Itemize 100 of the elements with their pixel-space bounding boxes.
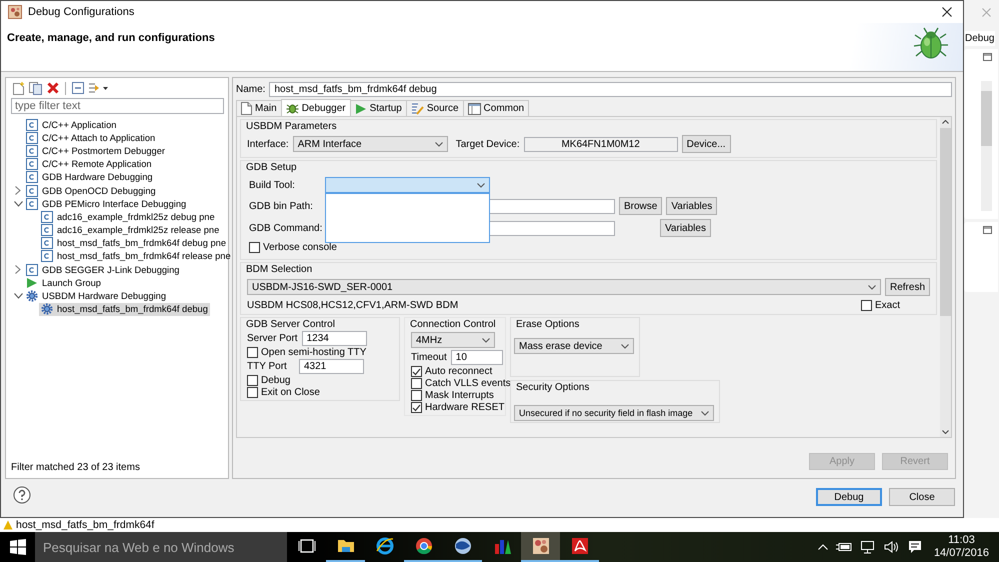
app-icon	[41, 250, 53, 262]
scrollbar[interactable]	[940, 117, 951, 437]
chevron-down-icon[interactable]	[14, 200, 22, 207]
app-icon	[26, 132, 38, 144]
gear-icon	[26, 290, 38, 302]
checkbox[interactable]	[247, 387, 258, 398]
tab[interactable]: Startup	[350, 100, 407, 116]
tree-item[interactable]: adc16_example_frdmkl25z release pne	[39, 224, 222, 237]
scrollbar-thumb[interactable]	[981, 91, 992, 146]
bug-icon	[286, 102, 299, 114]
target-device-field[interactable]: MK64FN1M0M12	[524, 136, 678, 152]
tab[interactable]: Main	[236, 100, 282, 116]
document-app-icon	[570, 536, 590, 556]
maximize-icon[interactable]	[983, 53, 992, 61]
tree-item[interactable]: host_msd_fatfs_bm_frdmk64f release pne	[39, 250, 233, 263]
app-icon	[41, 237, 53, 250]
chevron-right-icon[interactable]	[15, 186, 21, 196]
filter-field[interactable]: type filter text	[11, 98, 224, 114]
chevron-up-icon	[942, 120, 949, 124]
duplicate-icon[interactable]	[29, 82, 43, 94]
dialog-button[interactable]: Close	[889, 488, 955, 506]
tree-item[interactable]: C/C++ Postmortem Debugger	[24, 144, 167, 158]
checkbox[interactable]	[411, 366, 422, 377]
server-port-field[interactable]: 1234	[302, 331, 367, 346]
help-icon[interactable]	[13, 486, 31, 504]
tree-item[interactable]: host_msd_fatfs_bm_frdmk64f debug pne	[39, 236, 228, 250]
group-title: USBDM Parameters	[246, 121, 338, 132]
bdm-dropdown[interactable]: USBDM-JS16-SWD_SER-0001	[247, 279, 881, 295]
checkbox[interactable]	[411, 402, 422, 413]
tree-item[interactable]: GDB OpenOCD Debugging	[24, 184, 158, 198]
tab[interactable]: Source	[406, 100, 464, 116]
checkbox[interactable]	[247, 347, 258, 358]
window-title: Debug Configurations	[28, 6, 134, 18]
perspective-tab[interactable]: Debug	[965, 31, 996, 46]
timeout-field[interactable]: 10	[450, 350, 503, 365]
tree-item[interactable]: C/C++ Attach to Application	[24, 131, 158, 144]
speaker-icon[interactable]	[884, 540, 900, 554]
filter-icon[interactable]	[88, 82, 108, 94]
collapse-all-icon[interactable]	[72, 82, 84, 94]
variables-button[interactable]: Variables	[660, 219, 711, 237]
tree-item[interactable]: host_msd_fatfs_bm_frdmk64f debug	[39, 302, 210, 316]
checkbox[interactable]	[249, 242, 260, 253]
app-icon	[530, 536, 550, 556]
scrollbar-thumb[interactable]	[940, 128, 951, 316]
warning-icon	[3, 520, 13, 530]
checkbox[interactable]	[411, 390, 422, 401]
chevron-right-icon[interactable]	[15, 265, 21, 274]
scrollbar[interactable]	[981, 81, 992, 211]
play-icon	[354, 102, 367, 114]
tree-item[interactable]: Launch Group	[24, 276, 103, 290]
device-button[interactable]: Device...	[682, 135, 731, 153]
tree-item[interactable]: C/C++ Application	[24, 118, 118, 132]
battery-icon[interactable]	[836, 542, 852, 552]
name-label: Name:	[236, 84, 266, 95]
name-field[interactable]: host_msd_fatfs_bm_frdmk64f debug	[269, 82, 952, 97]
interface-dropdown[interactable]: ARM Interface	[292, 136, 448, 152]
app-icon	[26, 171, 38, 184]
close-icon[interactable]	[942, 7, 952, 17]
tab[interactable]: Common	[462, 100, 530, 116]
tty-port-label: TTY Port	[247, 361, 288, 372]
checkbox[interactable]	[411, 378, 422, 389]
variables-button[interactable]: Variables	[666, 197, 718, 215]
chevron-down-icon	[477, 182, 485, 188]
speed-dropdown[interactable]: 4MHz	[411, 332, 495, 348]
dropdown-list[interactable]	[325, 193, 490, 243]
maximize-icon[interactable]	[983, 226, 992, 234]
tree-item[interactable]: adc16_example_frdmkl25z debug pne	[39, 210, 217, 224]
checkbox-label: Exit on Close	[261, 387, 320, 398]
browser-icon	[374, 536, 394, 556]
app-icon	[26, 118, 38, 131]
delete-icon[interactable]	[47, 82, 59, 94]
chevron-down-icon[interactable]	[14, 293, 22, 300]
tty-port-field[interactable]: 4321	[299, 359, 364, 374]
erase-dropdown[interactable]: Mass erase device	[514, 338, 634, 354]
tree-item[interactable]: GDB Hardware Debugging	[24, 170, 155, 184]
checkbox[interactable]	[247, 375, 258, 386]
tab[interactable]: Debugger	[280, 99, 351, 116]
header-title: Create, manage, and run configurations	[7, 32, 216, 44]
new-file-icon[interactable]	[12, 82, 25, 94]
bdm-description: USBDM HCS08,HCS12,CFV1,ARM-SWD BDM	[247, 300, 460, 311]
refresh-button[interactable]: Refresh	[884, 278, 930, 296]
tree-item[interactable]: GDB SEGGER J-Link Debugging	[24, 263, 182, 276]
tree-item[interactable]: C/C++ Remote Application	[24, 158, 154, 171]
tree-item[interactable]: USBDM Hardware Debugging	[24, 290, 168, 303]
search-field[interactable]: Pesquisar na Web e no Windows	[35, 532, 287, 562]
browse-button[interactable]: Browse	[619, 197, 662, 215]
tree-item[interactable]: GDB PEMicro Interface Debugging	[24, 197, 188, 210]
play-icon	[26, 276, 38, 289]
message-icon[interactable]	[908, 540, 922, 554]
dialog-button[interactable]: Debug	[816, 488, 882, 506]
security-dropdown[interactable]: Unsecured if no security field in flash image	[514, 405, 714, 421]
gear-icon	[41, 303, 53, 316]
network-icon[interactable]	[860, 540, 876, 554]
check-icon	[412, 368, 421, 376]
checkbox-label: Mask Interrupts	[425, 390, 494, 401]
chevron-up-icon[interactable]	[818, 544, 828, 550]
group-title: GDB Setup	[246, 162, 298, 173]
app-logo-icon	[8, 5, 22, 19]
checkbox[interactable]	[860, 300, 872, 311]
timeout-label: Timeout	[411, 352, 447, 363]
